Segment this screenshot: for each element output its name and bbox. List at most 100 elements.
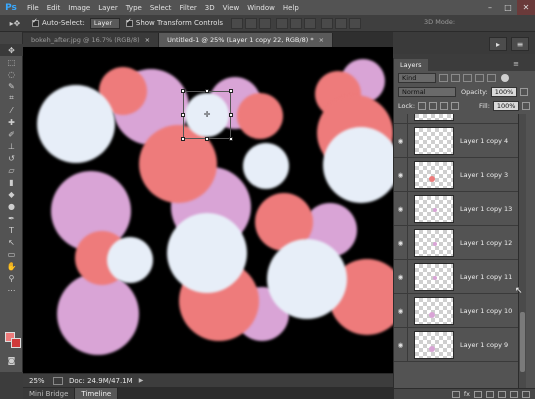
quick-select-tool-icon[interactable]: ✎ bbox=[0, 80, 23, 92]
menu-filter[interactable]: Filter bbox=[175, 4, 200, 12]
visibility-eye-icon[interactable]: ◉ bbox=[394, 191, 408, 226]
marquee-tool-icon[interactable]: ⬚ bbox=[0, 56, 23, 68]
filter-toggle-icon[interactable] bbox=[501, 74, 509, 82]
menu-edit[interactable]: Edit bbox=[43, 4, 65, 12]
layer-thumbnail[interactable] bbox=[414, 194, 454, 223]
fx-icon[interactable]: fx bbox=[464, 390, 470, 398]
align-center-icon[interactable] bbox=[289, 17, 302, 29]
crop-tool-icon[interactable]: ⌗ bbox=[0, 92, 23, 104]
show-transform-checkbox[interactable] bbox=[125, 17, 133, 27]
menu-3d[interactable]: 3D bbox=[201, 4, 219, 12]
quick-mask-icon[interactable]: ◙ bbox=[0, 354, 23, 366]
move-tool-preset-icon[interactable]: ▸✥ bbox=[4, 16, 26, 31]
brush-tool-icon[interactable]: ✐ bbox=[0, 128, 23, 140]
layer-thumbnail[interactable] bbox=[414, 126, 454, 155]
add-mask-icon[interactable] bbox=[474, 390, 482, 398]
lock-all-icon[interactable] bbox=[451, 102, 460, 110]
lock-position-icon[interactable] bbox=[440, 102, 449, 110]
visibility-eye-icon[interactable]: ◉ bbox=[394, 157, 408, 192]
distribute-icon[interactable] bbox=[320, 17, 333, 29]
tab-layers[interactable]: Layers bbox=[394, 59, 428, 71]
layer-thumbnail[interactable] bbox=[414, 160, 454, 189]
pivot-point-icon[interactable]: ✛ bbox=[203, 111, 211, 119]
lasso-tool-icon[interactable]: ◌ bbox=[0, 68, 23, 80]
link-layers-icon[interactable] bbox=[451, 390, 460, 398]
auto-select-checkbox[interactable] bbox=[32, 17, 39, 27]
panel-options-icon[interactable]: ≡ bbox=[511, 37, 529, 51]
stamp-tool-icon[interactable]: ⊥ bbox=[0, 140, 23, 152]
opacity-arrow-icon[interactable] bbox=[519, 88, 528, 96]
minimize-icon[interactable]: – bbox=[481, 0, 499, 15]
align-middle-icon[interactable] bbox=[244, 17, 257, 29]
transform-handle-right[interactable] bbox=[229, 113, 233, 117]
status-menu-arrow-icon[interactable]: ▶ bbox=[139, 377, 144, 384]
tab-close-icon[interactable]: × bbox=[319, 36, 324, 44]
background-color-swatch[interactable] bbox=[11, 338, 21, 348]
type-tool-icon[interactable]: T bbox=[0, 224, 23, 236]
layers-scrollbar-thumb[interactable] bbox=[520, 312, 525, 372]
collapse-panels-icon[interactable]: ▸ bbox=[489, 37, 507, 51]
canvas-area[interactable]: ✛ bbox=[23, 47, 393, 373]
hand-tool-icon[interactable]: ✋ bbox=[0, 260, 23, 272]
align-left-icon[interactable] bbox=[275, 17, 288, 29]
align-top-icon[interactable] bbox=[230, 17, 243, 29]
maximize-icon[interactable]: □ bbox=[499, 0, 517, 15]
layer-row[interactable]: ◉ Layer 1 copy 13 bbox=[394, 191, 518, 226]
distribute-middle-icon[interactable] bbox=[334, 17, 347, 29]
zoom-tool-icon[interactable]: ⚲ bbox=[0, 272, 23, 284]
pen-tool-icon[interactable]: ✒ bbox=[0, 212, 23, 224]
layer-thumbnail[interactable] bbox=[414, 114, 454, 121]
layer-row[interactable]: ◉ Layer 1 copy 11 bbox=[394, 259, 518, 294]
layer-row[interactable]: ◉Layer 1 copy 7 bbox=[394, 114, 518, 124]
visibility-eye-icon[interactable]: ◉ bbox=[394, 123, 408, 158]
layer-thumbnail[interactable] bbox=[414, 330, 454, 359]
document-info-icon[interactable] bbox=[53, 376, 63, 385]
visibility-eye-icon[interactable]: ◉ bbox=[394, 259, 408, 294]
tools-grip[interactable] bbox=[0, 32, 22, 44]
menu-layer[interactable]: Layer bbox=[94, 4, 122, 12]
menu-select[interactable]: Select bbox=[146, 4, 176, 12]
menu-window[interactable]: Window bbox=[243, 4, 279, 12]
lock-pixels-icon[interactable] bbox=[429, 102, 438, 110]
path-select-tool-icon[interactable]: ↖ bbox=[0, 236, 23, 248]
tab-close-icon[interactable]: × bbox=[145, 36, 150, 44]
transform-handle-bottom-right[interactable] bbox=[229, 137, 233, 141]
layer-row[interactable]: ◉ Layer 1 copy 4 bbox=[394, 123, 518, 158]
dodge-tool-icon[interactable]: ● bbox=[0, 200, 23, 212]
filter-adjustment-icon[interactable] bbox=[451, 74, 460, 82]
layer-row[interactable]: ◉ Layer 1 copy 12 bbox=[394, 225, 518, 260]
filter-kind-dropdown[interactable]: Kind bbox=[398, 73, 436, 83]
visibility-eye-icon[interactable]: ◉ bbox=[394, 225, 408, 260]
transform-handle-top-left[interactable] bbox=[181, 89, 185, 93]
tab-untitled-1[interactable]: Untitled-1 @ 25% (Layer 1 copy 22, RGB/8… bbox=[159, 33, 334, 47]
panel-menu-icon[interactable]: ≡ bbox=[513, 60, 519, 68]
delete-layer-icon[interactable] bbox=[522, 390, 530, 398]
layer-row[interactable]: ◉ Layer 1 copy 9 bbox=[394, 327, 518, 362]
layer-thumbnail[interactable] bbox=[414, 262, 454, 291]
visibility-eye-icon[interactable]: ◉ bbox=[394, 293, 408, 328]
menu-view[interactable]: View bbox=[219, 4, 244, 12]
layer-thumbnail[interactable] bbox=[414, 228, 454, 257]
menu-type[interactable]: Type bbox=[122, 4, 146, 12]
menu-file[interactable]: File bbox=[23, 4, 43, 12]
transform-handle-bottom[interactable] bbox=[205, 137, 209, 141]
layer-list[interactable]: ◉Layer 1 copy 7◉Layer 1 copy 4◉Layer 1 c… bbox=[394, 114, 518, 388]
tab-mini-bridge[interactable]: Mini Bridge bbox=[23, 388, 76, 399]
transform-handle-top-right[interactable] bbox=[229, 89, 233, 93]
visibility-eye-icon[interactable]: ◉ bbox=[394, 327, 408, 362]
layers-scrollbar[interactable] bbox=[518, 114, 526, 388]
close-icon[interactable]: ✕ bbox=[517, 0, 535, 15]
move-tool-icon[interactable]: ✥ bbox=[0, 44, 23, 56]
more-tools-icon[interactable]: ⋯ bbox=[0, 284, 23, 296]
shape-tool-icon[interactable]: ▭ bbox=[0, 248, 23, 260]
tab-timeline[interactable]: Timeline bbox=[75, 388, 119, 399]
layer-row[interactable]: ◉ Layer 1 copy 10 bbox=[394, 293, 518, 328]
transform-handle-bottom-left[interactable] bbox=[181, 137, 185, 141]
align-bottom-icon[interactable] bbox=[258, 17, 271, 29]
filter-shape-icon[interactable] bbox=[475, 74, 484, 82]
opacity-field[interactable]: 100% bbox=[490, 87, 517, 97]
transform-bounding-box[interactable]: ✛ bbox=[181, 89, 233, 141]
layer-row[interactable]: ◉ Layer 1 copy 3 bbox=[394, 157, 518, 192]
filter-pixel-icon[interactable] bbox=[439, 74, 448, 82]
history-brush-tool-icon[interactable]: ↺ bbox=[0, 152, 23, 164]
